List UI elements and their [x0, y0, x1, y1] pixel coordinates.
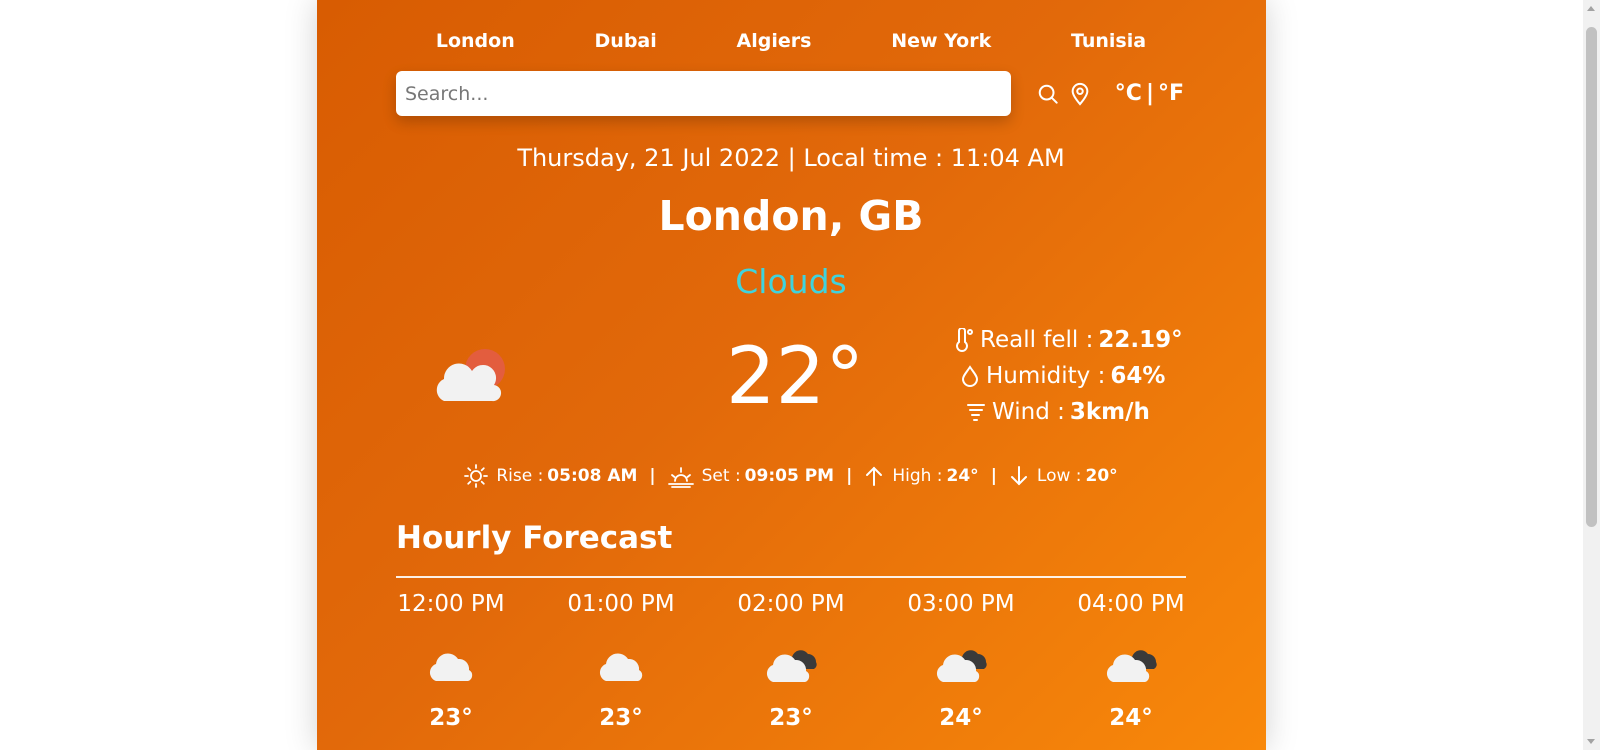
wind-icon	[963, 401, 989, 423]
city-button-new-york[interactable]: New York	[881, 25, 1001, 57]
search-bar: °C | °F	[396, 71, 1186, 116]
real-feel-value: 22.19°	[1098, 327, 1183, 353]
humidity-label: Humidity :	[986, 363, 1106, 389]
current-weather: 22° Reall fell : 22.19° Humidity: 64% W…	[396, 322, 1186, 432]
local-datetime: Thursday, 21 Jul 2022 | Local time : 11:…	[517, 144, 1065, 172]
sunrise-label: Rise :	[496, 466, 544, 486]
forecast-time: 03:00 PM	[907, 591, 1015, 617]
broken-clouds-icon	[906, 636, 1016, 696]
fahrenheit-button[interactable]: °F	[1156, 81, 1186, 106]
separator: |	[649, 466, 656, 486]
forecast-time: 02:00 PM	[737, 591, 845, 617]
thermometer-icon	[951, 328, 977, 352]
cloud-icon	[566, 636, 676, 696]
low-label: Low :	[1036, 466, 1082, 486]
forecast-item: 01:00 PM 23°	[566, 586, 676, 746]
location-title: London, GB	[658, 192, 924, 240]
real-feel-label: Reall fell :	[980, 327, 1094, 353]
city-button-algiers[interactable]: Algiers	[727, 25, 822, 57]
forecast-time: 01:00 PM	[567, 591, 675, 617]
celsius-button[interactable]: °C	[1113, 81, 1144, 106]
weather-details: Reall fell : 22.19° Humidity : 64% Wind …	[951, 322, 1186, 430]
high-label: High :	[892, 466, 943, 486]
current-temperature: 22°	[726, 332, 865, 422]
real-feel-row: Reall fell : 22.19°	[951, 322, 1186, 358]
wind-label: Wind :	[992, 399, 1065, 425]
weather-condition: Clouds	[735, 262, 847, 301]
sun-and-range: Rise : 05:08 AM | Set : 09:05 PM | High …	[396, 461, 1186, 491]
cloud-icon	[396, 636, 506, 696]
city-button-tunisia[interactable]: Tunisia	[1061, 25, 1156, 57]
search-icon[interactable]	[1035, 81, 1061, 107]
high-value: 24°	[946, 466, 979, 486]
scroll-down-arrow[interactable]	[1587, 739, 1595, 744]
divider	[396, 576, 1186, 578]
wind-value: 3km/h	[1069, 399, 1150, 425]
wind-row: Wind : 3km/h	[951, 394, 1186, 430]
weather-app: London Dubai Algiers New York Tunisia °C…	[317, 0, 1266, 750]
forecast-item: 04:00 PM 24°	[1076, 586, 1186, 746]
city-nav: London Dubai Algiers New York Tunisia	[396, 25, 1186, 57]
forecast-item: 02:00 PM 23°	[736, 586, 846, 746]
forecast-temp: 23°	[599, 705, 643, 731]
scrollbar[interactable]	[1583, 0, 1600, 750]
location-pin-icon[interactable]	[1067, 81, 1093, 107]
humidity-row: Humidity : 64%	[951, 358, 1186, 394]
forecast-temp: 24°	[1109, 705, 1153, 731]
forecast-time: 04:00 PM	[1077, 591, 1185, 617]
hourly-forecast-list: 12:00 PM 23° 01:00 PM 23° 02:00 PM 23° 0…	[396, 586, 1186, 746]
hourly-forecast-title: Hourly Forecast	[396, 520, 673, 556]
unit-separator: |	[1145, 81, 1154, 106]
low-value: 20°	[1085, 466, 1118, 486]
forecast-temp: 23°	[769, 705, 813, 731]
scroll-up-arrow[interactable]	[1587, 6, 1595, 11]
separator: |	[990, 466, 997, 486]
search-input[interactable]	[396, 71, 1012, 116]
city-button-dubai[interactable]: Dubai	[585, 25, 667, 57]
humidity-value: 64%	[1110, 363, 1166, 389]
cloud-with-sun-icon	[426, 347, 510, 411]
city-button-london[interactable]: London	[426, 25, 525, 57]
forecast-time: 12:00 PM	[397, 591, 505, 617]
unit-toggle: °C | °F	[1113, 81, 1186, 106]
broken-clouds-icon	[736, 636, 846, 696]
droplet-icon	[957, 365, 983, 387]
sunset-label: Set :	[701, 466, 741, 486]
forecast-item: 12:00 PM 23°	[396, 586, 506, 746]
sunrise-value: 05:08 AM	[547, 466, 638, 486]
forecast-temp: 23°	[429, 705, 473, 731]
forecast-item: 03:00 PM 24°	[906, 586, 1016, 746]
broken-clouds-icon	[1076, 636, 1186, 696]
separator: |	[846, 466, 853, 486]
sunrise-icon	[464, 464, 489, 488]
arrow-down-icon	[1010, 466, 1027, 486]
scrollbar-thumb[interactable]	[1586, 27, 1597, 527]
sunset-icon	[667, 467, 694, 488]
sunset-value: 09:05 PM	[744, 466, 835, 486]
forecast-temp: 24°	[939, 705, 983, 731]
arrow-up-icon	[866, 466, 883, 486]
